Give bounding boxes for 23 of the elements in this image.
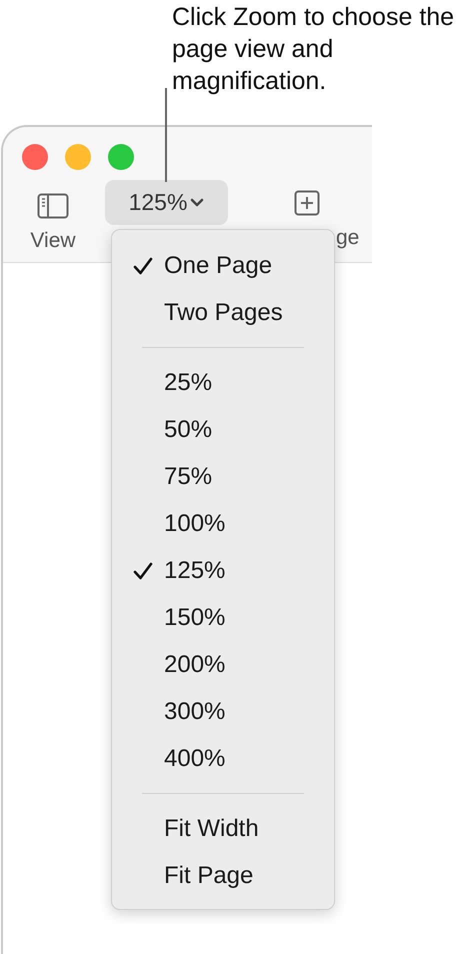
zoom-window-icon[interactable]	[108, 144, 134, 170]
menu-item[interactable]: 100%	[112, 500, 334, 547]
menu-item[interactable]: Fit Page	[112, 852, 334, 899]
chevron-icon	[190, 198, 204, 208]
toolbar-label: ge	[336, 226, 360, 250]
menu-item[interactable]: 300%	[112, 688, 334, 735]
zoom-button[interactable]: 125%	[105, 180, 228, 225]
menu-item[interactable]: Two Pages	[112, 289, 334, 336]
menu-item[interactable]: 50%	[112, 406, 334, 453]
callout-text: Click Zoom to choose the page view and magnification.	[172, 2, 456, 97]
menu-item[interactable]: 125%	[112, 547, 334, 594]
menu-item[interactable]: One Page	[112, 242, 334, 289]
close-icon[interactable]	[22, 144, 48, 170]
add-page-icon[interactable]	[294, 190, 320, 216]
menu-item[interactable]: 150%	[112, 594, 334, 641]
menu-item[interactable]: Fit Width	[112, 805, 334, 852]
menu-item[interactable]: 400%	[112, 735, 334, 782]
menu-item[interactable]: 75%	[112, 453, 334, 500]
menu-item[interactable]: 200%	[112, 641, 334, 688]
toolbar-label: View	[30, 229, 76, 253]
sidebar-icon[interactable]	[37, 193, 69, 219]
minimize-icon[interactable]	[65, 144, 91, 170]
menu-item[interactable]: 25%	[112, 359, 334, 406]
